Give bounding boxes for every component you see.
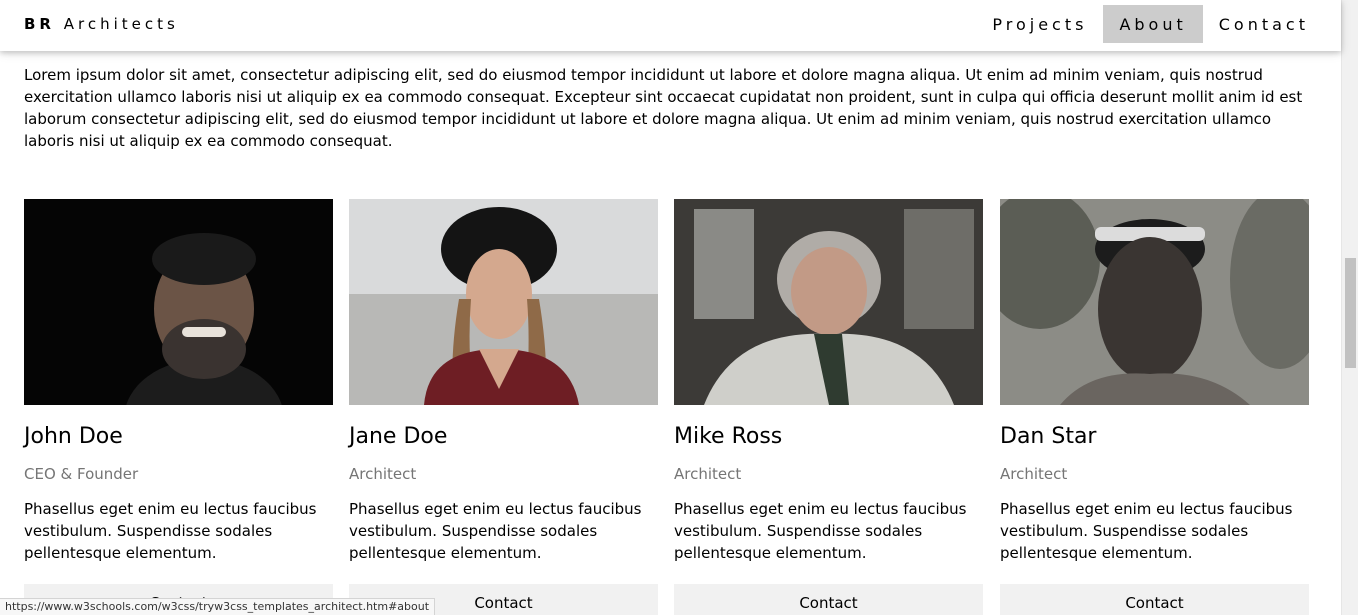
team-member-description: Phasellus eget enim eu lectus faucibus v… [24,500,317,562]
brand-initials: BR [24,15,55,33]
nav-link-projects[interactable]: Projects [976,5,1103,43]
brand-name: Architects [63,15,179,33]
team-member-description: Phasellus eget enim eu lectus faucibus v… [349,500,642,562]
team-member-role: Architect [1000,465,1068,483]
team-member-description: Phasellus eget enim eu lectus faucibus v… [674,500,967,562]
top-navbar: BR Architects Projects About Contact [0,0,1341,51]
nav-links: Projects About Contact [976,5,1325,43]
team-card-dan-star: Dan Star Architect Phasellus eget enim e… [1000,199,1309,615]
team-photo [349,199,658,405]
team-member-role: Architect [674,465,742,483]
vertical-scrollbar[interactable] [1341,0,1358,615]
status-bar-url: https://www.w3schools.com/w3css/tryw3css… [0,598,436,615]
contact-button[interactable]: Contact [674,584,983,615]
nav-link-contact[interactable]: Contact [1203,5,1325,43]
team-card-john-doe: John Doe CEO & Founder Phasellus eget en… [24,199,333,615]
team-member-description: Phasellus eget enim eu lectus faucibus v… [1000,500,1293,562]
team-card-jane-doe: Jane Doe Architect Phasellus eget enim e… [349,199,658,615]
team-photo [674,199,983,405]
team-member-name: Mike Ross [674,424,783,449]
team-member-name: Jane Doe [349,424,448,449]
team-member-role: CEO & Founder [24,465,139,483]
about-intro-text: Lorem ipsum dolor sit amet, consectetur … [24,66,1303,150]
team-section: John Doe CEO & Founder Phasellus eget en… [24,199,1319,615]
team-member-name: John Doe [24,424,123,449]
scrollbar-thumb[interactable] [1345,258,1356,368]
team-photo [1000,199,1309,405]
nav-link-about[interactable]: About [1103,5,1203,43]
brand-logo[interactable]: BR Architects [24,15,179,33]
team-member-name: Dan Star [1000,424,1097,449]
team-member-role: Architect [349,465,417,483]
team-photo [24,199,333,405]
contact-button[interactable]: Contact [1000,584,1309,615]
team-card-mike-ross: Mike Ross Architect Phasellus eget enim … [674,199,983,615]
